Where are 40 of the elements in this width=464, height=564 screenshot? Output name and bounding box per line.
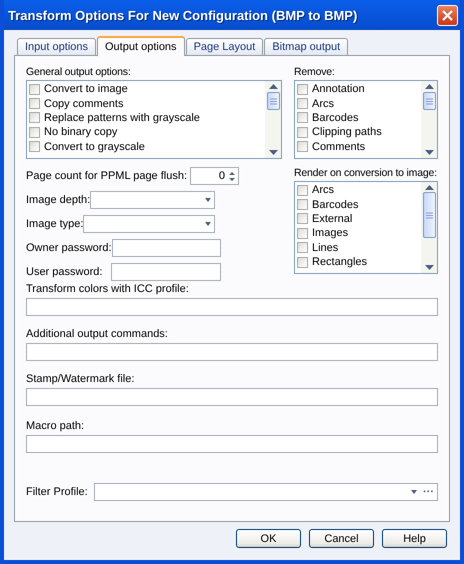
field-label: Additional output commands: [26,328,169,340]
field-label: Owner password: [26,242,112,254]
list-label: Remove: [294,66,336,78]
checkbox-label: No binary copy [44,126,118,138]
field-label: Stamp/Watermark file: [26,373,136,385]
checkbox-label: Comments [312,140,366,153]
dialog-button[interactable]: Help [382,529,447,548]
checkbox-label: Barcodes [312,198,358,211]
window-title: Transform Options For New Configuration (BMP to BMP) [8,8,358,22]
field-label: Image depth: [26,194,90,206]
field-label: User password: [26,266,102,278]
checkbox-label: Convert to image [44,83,128,96]
browse-button[interactable]: ··· [423,486,434,498]
checkbox-label: Barcodes [312,112,358,124]
list-label: Render on conversion to image: [294,167,438,179]
checkbox-label: Copy comments [44,98,124,110]
field-label: Transform colors with ICC profile: [26,283,190,295]
tab[interactable]: Input options [17,38,96,55]
checkbox-label: Images [312,227,348,240]
checkbox-label: Annotation [312,83,365,96]
dropdown[interactable]: ··· [94,483,438,501]
checkbox-label: Arcs [312,98,334,110]
field-label: Page count for PPML page flush: [26,170,188,182]
field-label: Filter Profile: [26,486,88,498]
field-label: Image type: [26,218,84,230]
field-label: Macro path: [26,420,86,432]
checkbox-label: Rectangles [312,256,368,268]
checkbox-label: Replace patterns with grayscale [44,112,200,124]
dialog-button[interactable]: OK [236,529,301,548]
checkbox-label: External [312,212,352,225]
tab[interactable]: Page Layout [186,38,264,55]
number-spinbox[interactable]: 0 [190,167,240,185]
dialog-button[interactable]: Cancel [309,529,374,548]
checkbox-label: Lines [312,242,338,254]
checkbox-label: Convert to grayscale [44,140,145,153]
tab[interactable]: Output options [97,36,185,56]
checkbox-label: Clipping paths [312,126,382,138]
list-label: General output options: [26,66,132,78]
tab[interactable]: Bitmap output [264,38,348,55]
checkbox-label: Arcs [312,184,334,196]
